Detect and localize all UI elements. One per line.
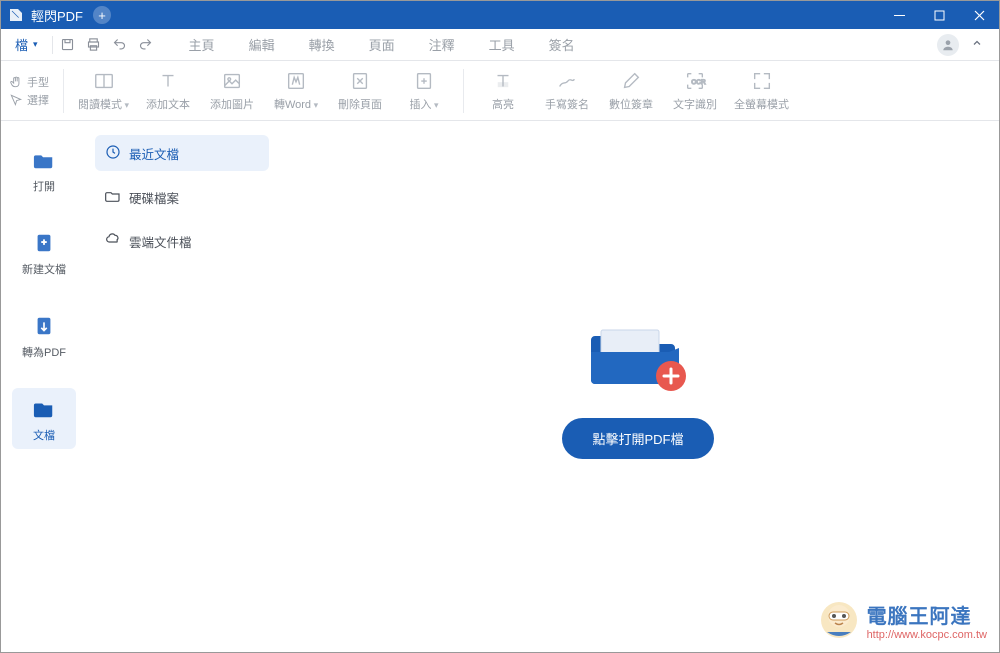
ribbon-btn-label: 數位簽章	[609, 96, 653, 112]
ribbon-btn-0[interactable]: 閱讀模式	[78, 69, 129, 113]
menubar: 檔 ▾ 主頁編輯轉換頁面注釋工具簽名	[1, 29, 999, 61]
app-title: 輕閃PDF	[31, 6, 83, 25]
watermark: 電腦王阿達 http://www.kocpc.com.tw	[817, 598, 987, 642]
sidebar-label: 轉為PDF	[22, 344, 66, 360]
menu-tab-2[interactable]: 轉換	[293, 29, 351, 60]
watermark-name: 電腦王阿達	[867, 600, 987, 629]
subpanel-icon	[105, 144, 121, 163]
ribbon-btn-label: 全螢幕模式	[734, 96, 789, 112]
sidebar-item-0[interactable]: 打開	[12, 139, 76, 200]
close-button[interactable]	[959, 1, 999, 29]
subpanel-icon	[105, 232, 121, 251]
ribbon-left-tools: 手型 選擇	[9, 74, 49, 108]
ribbon-btn-label: 轉Word	[274, 96, 318, 112]
ribbon-btn-label: 文字識別	[673, 96, 717, 112]
ribbon-btn-7[interactable]: 手寫簽名	[542, 69, 592, 113]
sidebar-item-2[interactable]: 轉為PDF	[12, 305, 76, 366]
minimize-button[interactable]	[879, 1, 919, 29]
quick-access-toolbar	[59, 36, 155, 54]
svg-text:OCR: OCR	[691, 78, 706, 85]
ribbon-btn-label: 插入	[410, 96, 439, 112]
menu-tab-6[interactable]: 簽名	[533, 29, 591, 60]
user-avatar[interactable]	[937, 34, 959, 56]
ribbon-btn-6[interactable]: 高亮	[478, 69, 528, 113]
subpanel-item-2[interactable]: 雲端文件檔	[95, 223, 269, 259]
file-menu[interactable]: 檔 ▾	[7, 31, 46, 58]
ribbon-btn-10[interactable]: 全螢幕模式	[734, 69, 789, 113]
ribbon-btn-9[interactable]: OCR 文字識別	[670, 69, 720, 113]
ribbon-btn-3[interactable]: 轉Word	[271, 69, 321, 113]
ribbon-btn-4[interactable]: 刪除頁面	[335, 69, 385, 113]
subpanel-item-1[interactable]: 硬碟檔案	[95, 179, 269, 215]
sidebar-icon	[31, 149, 57, 174]
watermark-url: http://www.kocpc.com.tw	[867, 629, 987, 641]
watermark-mascot-icon	[817, 598, 861, 642]
ribbon-btn-5[interactable]: 插入	[399, 69, 449, 113]
file-menu-label: 檔	[15, 35, 28, 54]
menu-tabs: 主頁編輯轉換頁面注釋工具簽名	[173, 29, 591, 60]
sidebar-item-3[interactable]: 文檔	[12, 388, 76, 449]
chevron-down-icon: ▾	[33, 39, 38, 50]
sidebar-icon	[31, 398, 57, 423]
ribbon-btn-8[interactable]: 數位簽章	[606, 69, 656, 113]
separator	[52, 36, 53, 54]
print-icon[interactable]	[85, 36, 103, 54]
collapse-ribbon-icon[interactable]	[971, 36, 983, 54]
select-tool-label: 選擇	[27, 92, 49, 108]
undo-icon[interactable]	[111, 36, 129, 54]
menu-tab-1[interactable]: 編輯	[233, 29, 291, 60]
menu-tab-4[interactable]: 注釋	[413, 29, 471, 60]
sidebar-label: 文檔	[33, 427, 55, 443]
body: 打開新建文檔轉為PDF 文檔 最近文檔硬碟檔案雲端文件檔 點擊打開PDF檔	[1, 121, 999, 652]
subpanel-label: 雲端文件檔	[129, 232, 192, 251]
subpanel: 最近文檔硬碟檔案雲端文件檔	[87, 121, 277, 652]
ribbon-btn-label: 添加文本	[146, 96, 190, 112]
redo-icon[interactable]	[137, 36, 155, 54]
ribbon-btn-label: 手寫簽名	[545, 96, 589, 112]
menu-tab-5[interactable]: 工具	[473, 29, 531, 60]
open-folder-illustration[interactable]	[583, 314, 693, 394]
titlebar: 輕閃PDF +	[1, 1, 999, 29]
subpanel-item-0[interactable]: 最近文檔	[95, 135, 269, 171]
separator	[463, 69, 464, 113]
ribbon-btn-1[interactable]: 添加文本	[143, 69, 193, 113]
open-pdf-button[interactable]: 點擊打開PDF檔	[562, 418, 713, 459]
ribbon-btn-label: 刪除頁面	[338, 96, 382, 112]
menu-tab-0[interactable]: 主頁	[173, 29, 231, 60]
hand-tool[interactable]: 手型	[9, 74, 49, 90]
ribbon-btn-label: 添加圖片	[210, 96, 254, 112]
subpanel-label: 最近文檔	[129, 144, 179, 163]
sidebar: 打開新建文檔轉為PDF 文檔	[1, 121, 87, 652]
app-window: 輕閃PDF + 檔 ▾ 主頁編輯轉換頁面注釋工具簽名	[0, 0, 1000, 653]
ribbon-btn-label: 閱讀模式	[78, 96, 129, 112]
ribbon-btn-2[interactable]: 添加圖片	[207, 69, 257, 113]
hand-tool-label: 手型	[27, 74, 49, 90]
ribbon: 手型 選擇 閱讀模式 添加文本 添加圖片 轉Word 刪除頁面 插入 高亮 手寫簽名 數位簽章 O…	[1, 61, 999, 121]
subpanel-icon	[105, 188, 121, 207]
content-area: 點擊打開PDF檔 電腦王阿達 http://www.kocpc.com.tw	[277, 121, 999, 652]
sidebar-label: 打開	[33, 178, 55, 194]
separator	[63, 69, 64, 113]
maximize-button[interactable]	[919, 1, 959, 29]
app-logo-icon	[7, 6, 25, 24]
subpanel-label: 硬碟檔案	[129, 188, 179, 207]
sidebar-icon	[31, 232, 57, 257]
ribbon-buttons: 閱讀模式 添加文本 添加圖片 轉Word 刪除頁面 插入 高亮 手寫簽名 數位簽章 OCR 文字識別…	[78, 69, 789, 113]
sidebar-item-1[interactable]: 新建文檔	[12, 222, 76, 283]
save-icon[interactable]	[59, 36, 77, 54]
new-tab-button[interactable]: +	[93, 6, 111, 24]
sidebar-icon	[31, 315, 57, 340]
select-tool[interactable]: 選擇	[9, 92, 49, 108]
menu-tab-3[interactable]: 頁面	[353, 29, 411, 60]
sidebar-label: 新建文檔	[22, 261, 66, 277]
ribbon-btn-label: 高亮	[492, 96, 514, 112]
